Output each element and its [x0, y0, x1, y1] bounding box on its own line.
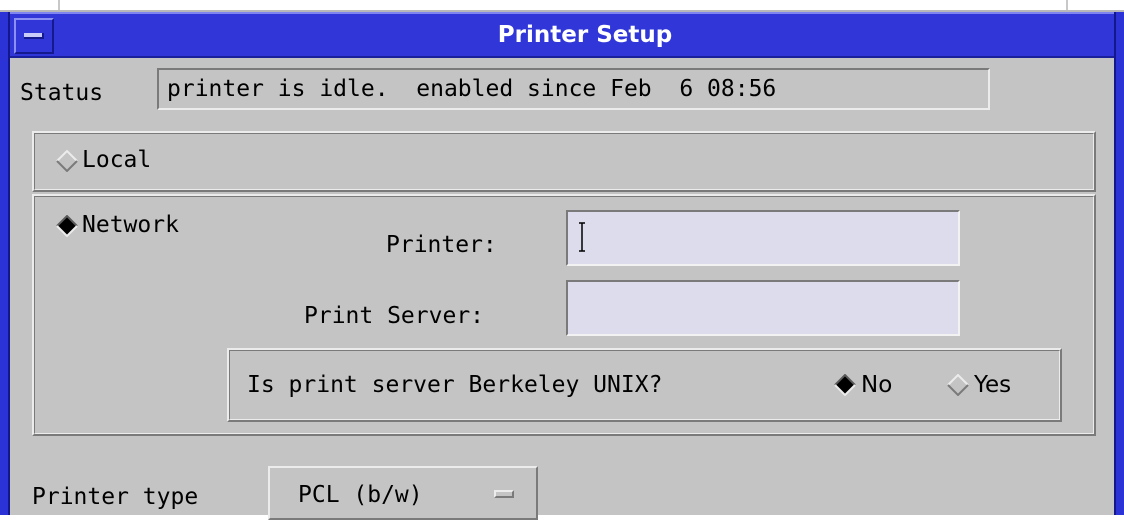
printer-type-value: PCL (b/w) — [298, 482, 423, 508]
print-server-label: Print Server: — [304, 303, 485, 329]
dialog-content: Status printer is idle. enabled since Fe… — [12, 58, 1112, 520]
option-menu-indicator-icon — [494, 490, 514, 498]
network-radio[interactable] — [56, 215, 78, 237]
printer-type-label: Printer type — [32, 484, 199, 510]
local-label[interactable]: Local — [82, 147, 151, 173]
local-radio[interactable] — [56, 150, 78, 172]
text-cursor-icon — [579, 222, 585, 252]
desktop-strip — [0, 0, 1124, 12]
window-menu-button[interactable] — [14, 18, 54, 54]
title-bar[interactable]: Printer Setup — [10, 12, 1114, 58]
network-label[interactable]: Network — [82, 212, 179, 238]
printer-type-menu[interactable]: PCL (b/w) — [268, 466, 538, 520]
berkeley-yes-radio[interactable] — [947, 374, 969, 396]
berkeley-no-radio[interactable] — [834, 374, 856, 396]
berkeley-panel: Is print server Berkeley UNIX? No Yes — [227, 348, 1062, 422]
status-text: printer is idle. enabled since Feb 6 08:… — [167, 76, 777, 102]
print-server-input[interactable] — [566, 280, 960, 336]
berkeley-yes-label[interactable]: Yes — [974, 372, 1011, 398]
local-panel: Local — [32, 131, 1096, 192]
window-frame-left[interactable] — [0, 12, 10, 515]
status-label: Status — [20, 80, 104, 106]
window-title: Printer Setup — [497, 22, 673, 48]
window-frame-right[interactable] — [1114, 12, 1124, 515]
berkeley-question: Is print server Berkeley UNIX? — [247, 372, 663, 398]
status-display: printer is idle. enabled since Feb 6 08:… — [157, 68, 990, 110]
printer-input[interactable] — [566, 210, 960, 266]
berkeley-no-label[interactable]: No — [861, 372, 892, 398]
window-menu-icon — [24, 33, 44, 39]
printer-label: Printer: — [386, 232, 497, 258]
